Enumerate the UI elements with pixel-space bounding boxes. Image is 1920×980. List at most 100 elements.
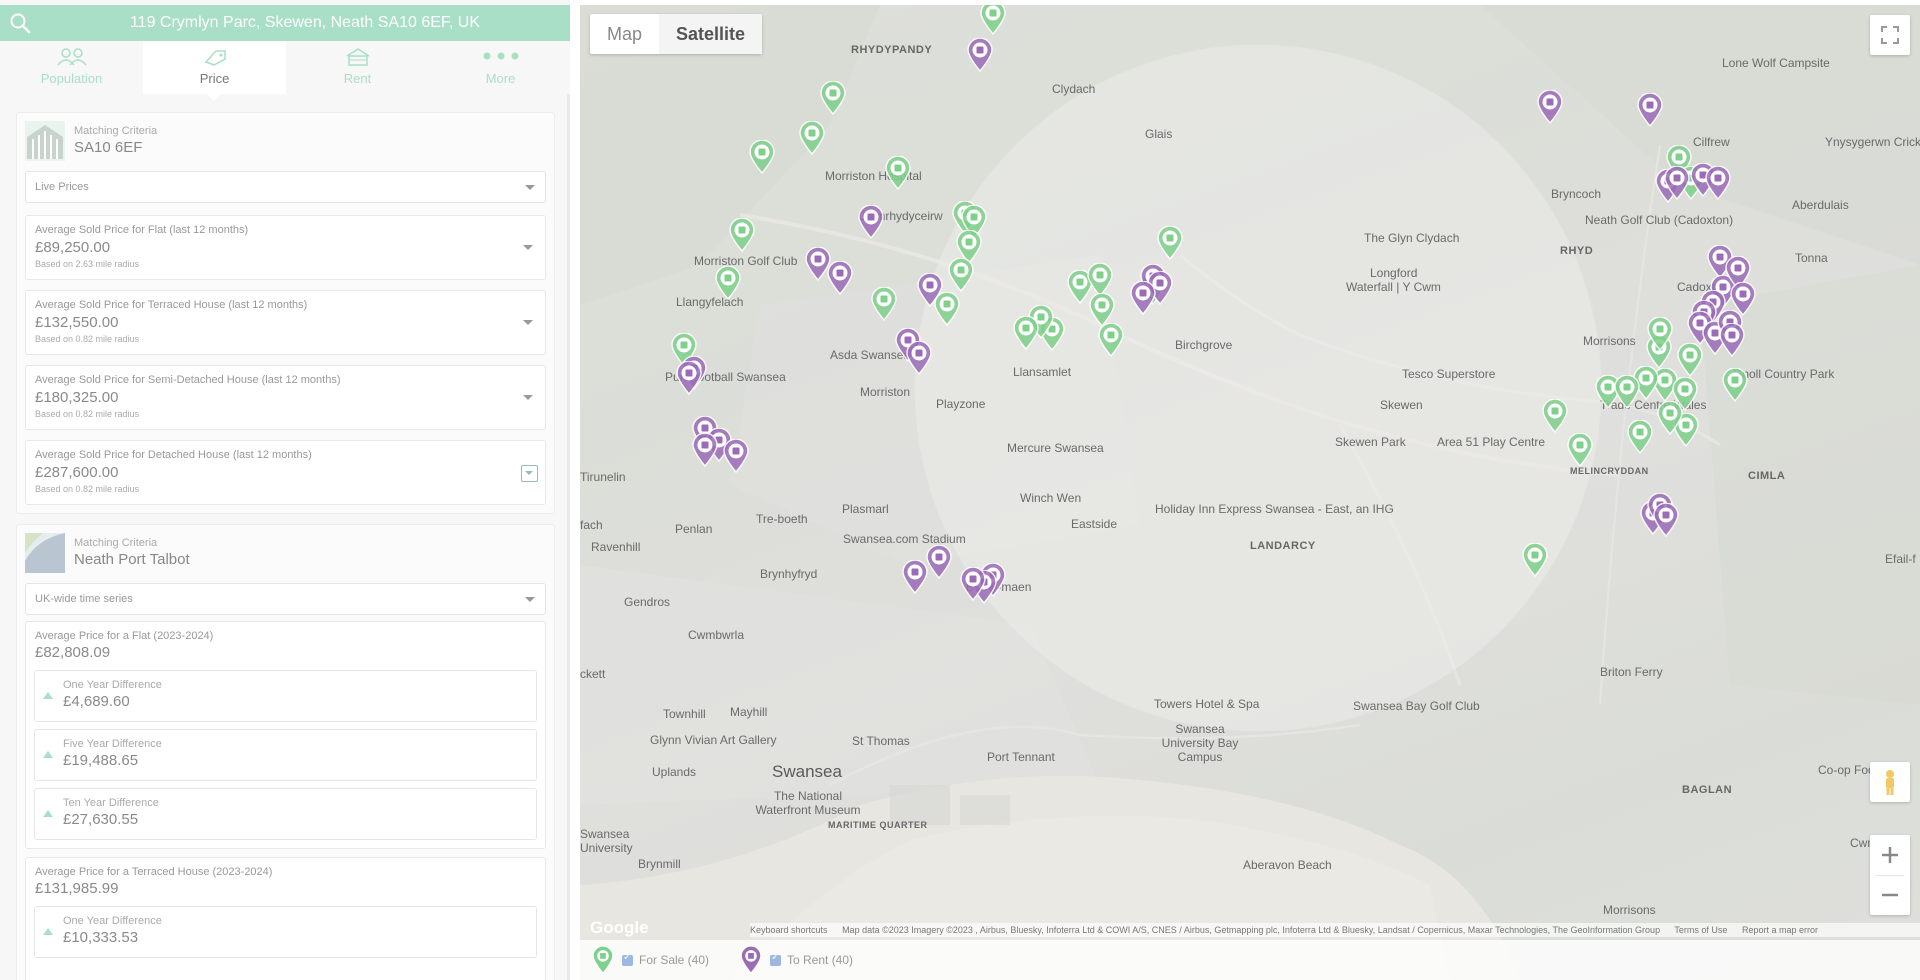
tab-population[interactable]: Population (0, 41, 143, 94)
map-label: Lone Wolf Campsite (1722, 56, 1830, 70)
to-rent-marker[interactable] (967, 38, 993, 72)
chevron-down-icon[interactable] (523, 320, 533, 325)
map-label: Efail-f (1885, 552, 1916, 566)
search-address[interactable]: 119 Crymlyn Parc, Skewen, Neath SA10 6EF… (40, 5, 570, 41)
price-radius: Based on 2.63 mile radius (35, 259, 140, 269)
for-sale-marker[interactable] (749, 140, 775, 174)
to-rent-marker[interactable] (1705, 166, 1731, 200)
map-legend: For Sale (40) To Rent (40) (580, 940, 1920, 980)
fullscreen-button[interactable] (1870, 15, 1910, 55)
chevron-down-icon[interactable] (523, 245, 533, 250)
for-sale-checkbox[interactable] (622, 952, 633, 966)
for-sale-marker[interactable] (871, 287, 897, 321)
map-label: Aberdulais (1792, 198, 1849, 212)
map-label: Morrisons (1583, 334, 1636, 348)
for-sale-marker[interactable] (1098, 323, 1124, 357)
map-label: Penlan (675, 522, 713, 536)
house-icon (346, 48, 369, 66)
for-sale-marker[interactable] (885, 156, 911, 190)
report-error-link[interactable]: Report a map error (1742, 925, 1818, 935)
to-rent-checkbox[interactable] (770, 952, 781, 966)
series-value: £82,808.09 (35, 644, 111, 661)
price-source-select[interactable]: Live Prices (25, 171, 546, 203)
to-rent-marker[interactable] (906, 341, 932, 375)
street-view-button[interactable] (1870, 762, 1910, 802)
keyboard-shortcuts-link[interactable]: Keyboard shortcuts (750, 925, 828, 935)
for-sale-marker[interactable] (1627, 420, 1653, 454)
to-rent-marker[interactable] (827, 261, 853, 295)
terms-link[interactable]: Terms of Use (1674, 925, 1727, 935)
price-source-value: Live Prices (35, 181, 89, 193)
legend-for-sale[interactable]: For Sale (40) (592, 940, 709, 980)
expand-toggle-icon[interactable] (521, 465, 538, 482)
to-rent-marker[interactable] (1537, 90, 1563, 124)
to-rent-marker[interactable] (1130, 281, 1156, 315)
map-label: Briton Ferry (1600, 665, 1663, 679)
for-sale-marker[interactable] (1013, 316, 1039, 350)
map-label: CIMLA (1748, 470, 1786, 482)
to-rent-marker[interactable] (926, 545, 952, 579)
zoom-out-icon[interactable] (1870, 875, 1910, 915)
price-label: Average Sold Price for Flat (last 12 mon… (35, 224, 249, 236)
to-rent-marker[interactable] (960, 567, 986, 601)
series-value: £131,985.99 (35, 880, 119, 897)
legend-to-rent[interactable]: To Rent (40) (740, 940, 853, 980)
price-label: Average Sold Price for Detached House (l… (35, 449, 312, 461)
price-semi-detached[interactable]: Average Sold Price for Semi-Detached Hou… (25, 365, 546, 430)
to-rent-marker[interactable] (1664, 166, 1690, 200)
for-sale-marker[interactable] (980, 5, 1006, 35)
time-series-select[interactable]: UK-wide time series (25, 583, 546, 615)
to-rent-marker[interactable] (692, 433, 718, 467)
to-rent-marker[interactable] (676, 361, 702, 395)
map-label: Brynmill (638, 857, 681, 871)
for-sale-marker[interactable] (820, 81, 846, 115)
to-rent-marker[interactable] (917, 273, 943, 307)
chevron-down-icon[interactable] (523, 395, 533, 400)
map-type-satellite-button[interactable]: Satellite (659, 14, 763, 54)
for-sale-marker[interactable] (1157, 226, 1183, 260)
for-sale-marker[interactable] (1722, 368, 1748, 402)
for-sale-marker[interactable] (715, 266, 741, 300)
chevron-down-icon (525, 185, 535, 190)
map-view[interactable]: RHYDYPANDY Clydach Glais Morriston Hospi… (580, 5, 1920, 980)
map-label: Winch Wen (1020, 491, 1082, 505)
to-rent-marker[interactable] (1637, 93, 1663, 127)
tab-more[interactable]: More (429, 41, 570, 94)
to-rent-marker[interactable] (1719, 323, 1745, 357)
price-label: Average Sold Price for Semi-Detached Hou… (35, 374, 341, 386)
zoom-in-icon[interactable] (1870, 835, 1910, 875)
for-sale-marker[interactable] (1522, 543, 1548, 577)
tab-more-label: More (485, 71, 516, 86)
for-sale-marker[interactable] (1542, 399, 1568, 433)
search-bar[interactable]: 119 Crymlyn Parc, Skewen, Neath SA10 6EF… (0, 5, 570, 41)
map-type-map-button[interactable]: Map (590, 14, 659, 54)
results-panel[interactable]: Matching Criteria SA10 6EF Live Prices A… (0, 94, 570, 980)
for-sale-marker[interactable] (1614, 375, 1640, 409)
for-sale-marker[interactable] (729, 218, 755, 252)
to-rent-marker[interactable] (902, 560, 928, 594)
price-terraced[interactable]: Average Sold Price for Terraced House (l… (25, 290, 546, 355)
tab-price[interactable]: Price (143, 41, 286, 101)
for-sale-marker[interactable] (1089, 293, 1115, 327)
price-radius: Based on 0.82 mile radius (35, 334, 140, 344)
to-rent-marker[interactable] (1653, 503, 1679, 537)
price-detached[interactable]: Average Sold Price for Detached House (l… (25, 440, 546, 505)
map-label: Mercure Swansea (1007, 441, 1104, 455)
map-label: Bryncoch (1551, 187, 1602, 201)
for-sale-marker[interactable] (1647, 317, 1673, 351)
for-sale-marker[interactable] (1677, 343, 1703, 377)
for-sale-marker[interactable] (948, 258, 974, 292)
for-sale-marker[interactable] (1567, 433, 1593, 467)
map-type-control: Map Satellite (590, 14, 763, 54)
panel-scrollbar[interactable] (567, 94, 570, 980)
arrow-up-icon (43, 928, 53, 935)
for-sale-marker[interactable] (799, 121, 825, 155)
satellite-imagery (580, 5, 1920, 980)
to-rent-marker[interactable] (858, 205, 884, 239)
price-flat[interactable]: Average Sold Price for Flat (last 12 mon… (25, 215, 546, 280)
tab-rent[interactable]: Rent (286, 41, 429, 94)
search-icon[interactable] (9, 12, 31, 34)
for-sale-marker[interactable] (1087, 263, 1113, 297)
to-rent-marker[interactable] (723, 439, 749, 473)
for-sale-marker[interactable] (1672, 377, 1698, 411)
